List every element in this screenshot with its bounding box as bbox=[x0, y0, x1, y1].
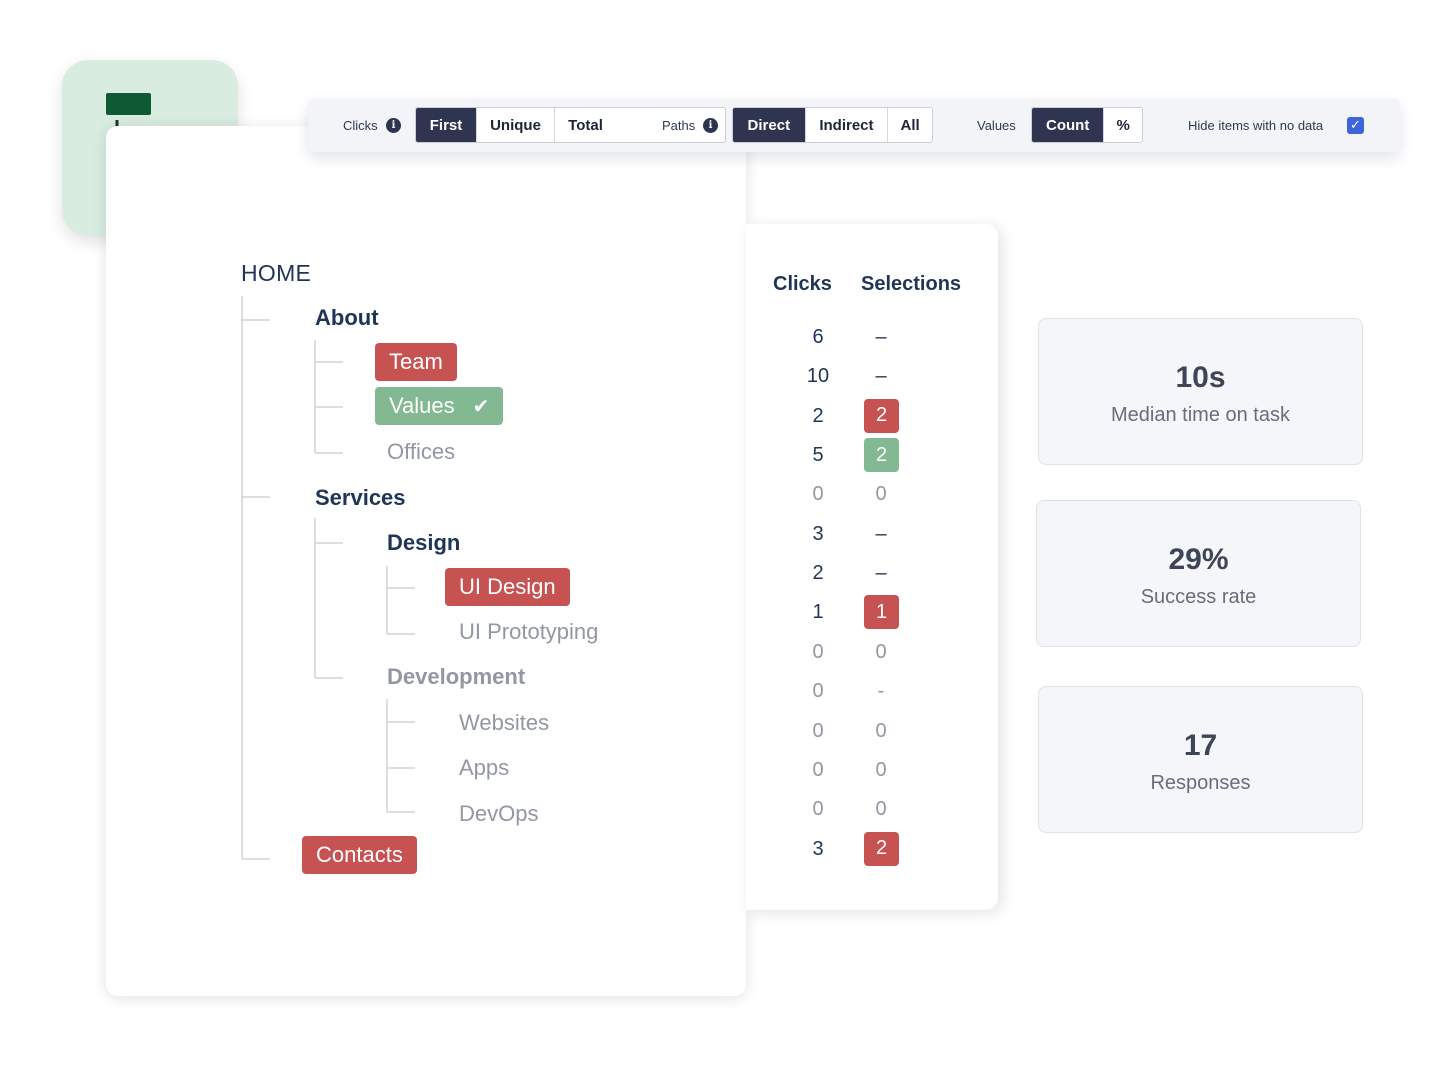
selections-cell: 0 bbox=[875, 640, 887, 663]
tree-node-team[interactable]: Team bbox=[375, 343, 457, 381]
tree-node-values[interactable]: Values ✔ bbox=[375, 387, 504, 425]
tree-node-apps[interactable]: Apps bbox=[459, 757, 509, 779]
paths-all-button[interactable]: All bbox=[887, 108, 932, 142]
checkmark-icon: ✔ bbox=[472, 394, 490, 418]
clicks-unique-button[interactable]: Unique bbox=[476, 108, 554, 142]
clicks-cell: 2 bbox=[812, 404, 824, 427]
filter-toolbar: Clicks i First Unique Total Paths i Dire… bbox=[308, 99, 1400, 152]
clicks-cell: 0 bbox=[812, 680, 824, 703]
paths-filter-label: Paths bbox=[662, 118, 696, 133]
selections-cell: - bbox=[877, 680, 885, 703]
clicks-cell: 3 bbox=[812, 522, 824, 545]
stat-card-success-rate: 29% Success rate bbox=[1036, 500, 1361, 647]
tree-node-websites[interactable]: Websites bbox=[459, 712, 549, 734]
clicks-cell: 0 bbox=[812, 483, 824, 506]
clicks-filter-label: Clicks bbox=[343, 118, 378, 133]
tree-connector-lines bbox=[241, 296, 415, 860]
selections-cell: – bbox=[875, 365, 887, 388]
clicks-cell: 6 bbox=[812, 326, 824, 348]
tree-node-ui-prototyping[interactable]: UI Prototyping bbox=[459, 621, 598, 643]
selections-cell: – bbox=[875, 522, 887, 545]
tree-node-offices[interactable]: Offices bbox=[387, 441, 455, 463]
stat-value: 10s bbox=[1175, 361, 1226, 394]
paths-direct-button[interactable]: Direct bbox=[733, 108, 805, 142]
selection-badge: 1 bbox=[864, 595, 899, 630]
selection-badge: 2 bbox=[864, 438, 899, 473]
clicks-cell: 0 bbox=[812, 640, 824, 663]
clicks-cell: 0 bbox=[812, 758, 824, 781]
values-segmented-control: Count % bbox=[1031, 107, 1143, 143]
tree-node-label: UI Design bbox=[459, 574, 556, 599]
tree-node-home[interactable]: HOME bbox=[241, 262, 311, 285]
stat-label: Responses bbox=[1150, 772, 1251, 794]
selections-cell: 0 bbox=[875, 483, 887, 506]
clicks-cell: 0 bbox=[812, 798, 824, 821]
selection-badge: 2 bbox=[864, 831, 899, 866]
tree-node-contacts[interactable]: Contacts bbox=[302, 836, 417, 874]
clicks-cell: 0 bbox=[812, 719, 824, 742]
tree-node-design[interactable]: Design bbox=[387, 532, 460, 554]
hide-empty-label: Hide items with no data bbox=[1188, 118, 1324, 133]
clicks-total-button[interactable]: Total bbox=[554, 108, 616, 142]
tree-node-devops[interactable]: DevOps bbox=[459, 803, 538, 825]
clicks-cell: 2 bbox=[812, 562, 824, 585]
column-header-clicks: Clicks bbox=[773, 273, 832, 295]
stat-card-median-time: 10s Median time on task bbox=[1038, 318, 1363, 465]
checkbox-checked-icon[interactable]: ✓ bbox=[1347, 117, 1364, 134]
column-header-selections: Selections bbox=[861, 273, 962, 295]
selections-cell: 0 bbox=[875, 758, 887, 781]
tree-node-label: Contacts bbox=[316, 842, 403, 867]
clicks-cell: 3 bbox=[812, 837, 824, 860]
clicks-cell: 5 bbox=[812, 444, 824, 467]
clicks-cell: 10 bbox=[806, 365, 830, 388]
tree-node-services[interactable]: Services bbox=[315, 487, 406, 509]
selections-cell: – bbox=[875, 562, 887, 585]
values-filter-label: Values bbox=[977, 118, 1016, 133]
values-percent-button[interactable]: % bbox=[1103, 108, 1142, 142]
paths-segmented-control: Direct Indirect All bbox=[732, 107, 933, 143]
tree-node-development[interactable]: Development bbox=[387, 666, 525, 688]
selections-cell: 0 bbox=[875, 798, 887, 821]
tree-node-label: Team bbox=[389, 349, 443, 374]
values-count-button[interactable]: Count bbox=[1032, 108, 1104, 142]
info-icon[interactable]: i bbox=[703, 118, 718, 133]
clicks-first-button[interactable]: First bbox=[416, 108, 476, 142]
tree-node-ui-design[interactable]: UI Design bbox=[445, 568, 570, 606]
results-table: Clicks Selections 6–10–2 2 5 2 0 0 3–2–1 1 0 0 0-0… bbox=[746, 224, 998, 910]
tree-node-about[interactable]: About bbox=[315, 307, 379, 329]
tree-panel: HOME About Team Values ✔ Offices Service… bbox=[106, 126, 746, 996]
selection-badge: 2 bbox=[864, 398, 899, 433]
stat-label: Success rate bbox=[1140, 586, 1257, 608]
stat-value: 17 bbox=[1183, 729, 1218, 762]
selections-cell: – bbox=[875, 326, 887, 348]
selections-cell: 0 bbox=[875, 719, 887, 742]
tree-node-label: Values bbox=[389, 393, 455, 418]
stat-label: Median time on task bbox=[1111, 404, 1290, 426]
clicks-cell: 1 bbox=[812, 601, 824, 624]
stat-value: 29% bbox=[1168, 543, 1229, 576]
info-icon[interactable]: i bbox=[386, 118, 401, 133]
paths-indirect-button[interactable]: Indirect bbox=[804, 108, 888, 142]
stat-card-responses: 17 Responses bbox=[1038, 686, 1363, 833]
